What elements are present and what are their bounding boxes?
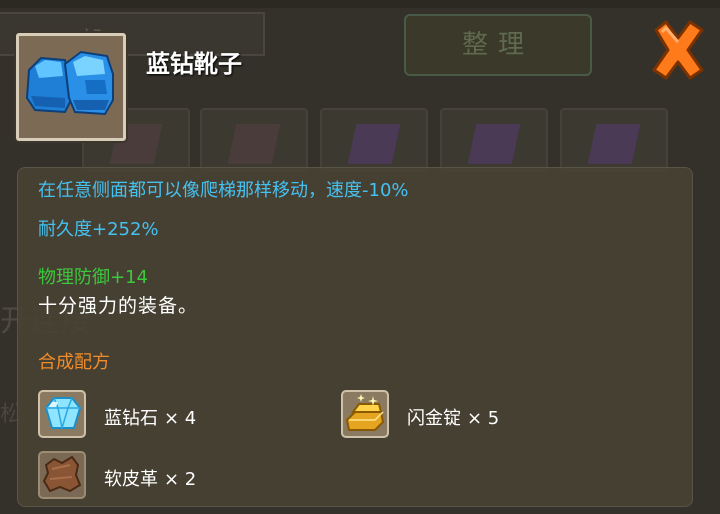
leather-icon xyxy=(38,451,86,499)
sort-button: 整理 xyxy=(404,14,592,76)
material-name: 闪金锭 xyxy=(407,408,461,429)
blue-diamond-icon xyxy=(38,390,86,438)
material-label: 闪金锭 × 5 xyxy=(407,404,499,430)
background-slot xyxy=(200,108,308,172)
durability-stat: 耐久度+252% xyxy=(38,219,159,240)
material-label: 蓝钻石 × 4 xyxy=(104,404,196,430)
close-icon xyxy=(652,20,704,80)
recipe-title: 合成配方 xyxy=(38,352,110,373)
material-item: 蓝钻石 × 4 xyxy=(38,390,298,440)
item-tooltip: 在任意侧面都可以像爬梯那样移动，速度-10% 耐久度+252% 物理防御+14 … xyxy=(17,167,693,507)
item-name: 蓝钻靴子 xyxy=(146,50,242,78)
close-button[interactable] xyxy=(650,20,706,80)
material-item: 闪金锭 × 5 xyxy=(341,390,601,440)
material-label: 软皮革 × 2 xyxy=(104,465,196,491)
background-slot xyxy=(320,108,428,172)
item-icon-frame xyxy=(16,33,126,141)
background-slot xyxy=(440,108,548,172)
material-count: × 2 xyxy=(164,469,197,490)
material-count: × 5 xyxy=(467,408,500,429)
material-count: × 4 xyxy=(164,408,197,429)
material-item: 软皮革 × 2 xyxy=(38,451,298,501)
flavor-text: 十分强力的装备。 xyxy=(38,295,199,317)
material-name: 蓝钻石 xyxy=(104,408,158,429)
blue-diamond-boots-icon xyxy=(25,50,114,116)
gold-ingot-icon xyxy=(341,390,389,438)
physical-defense-stat: 物理防御+14 xyxy=(38,267,148,288)
material-name: 软皮革 xyxy=(104,469,158,490)
game-scene: 部 整理 开连接 松 蓝钻靴子 在任意侧面都可以像爬梯那样移动，速度-10% 耐 xyxy=(0,0,720,514)
item-description: 在任意侧面都可以像爬梯那样移动，速度-10% xyxy=(38,180,409,201)
background-slot xyxy=(560,108,668,172)
